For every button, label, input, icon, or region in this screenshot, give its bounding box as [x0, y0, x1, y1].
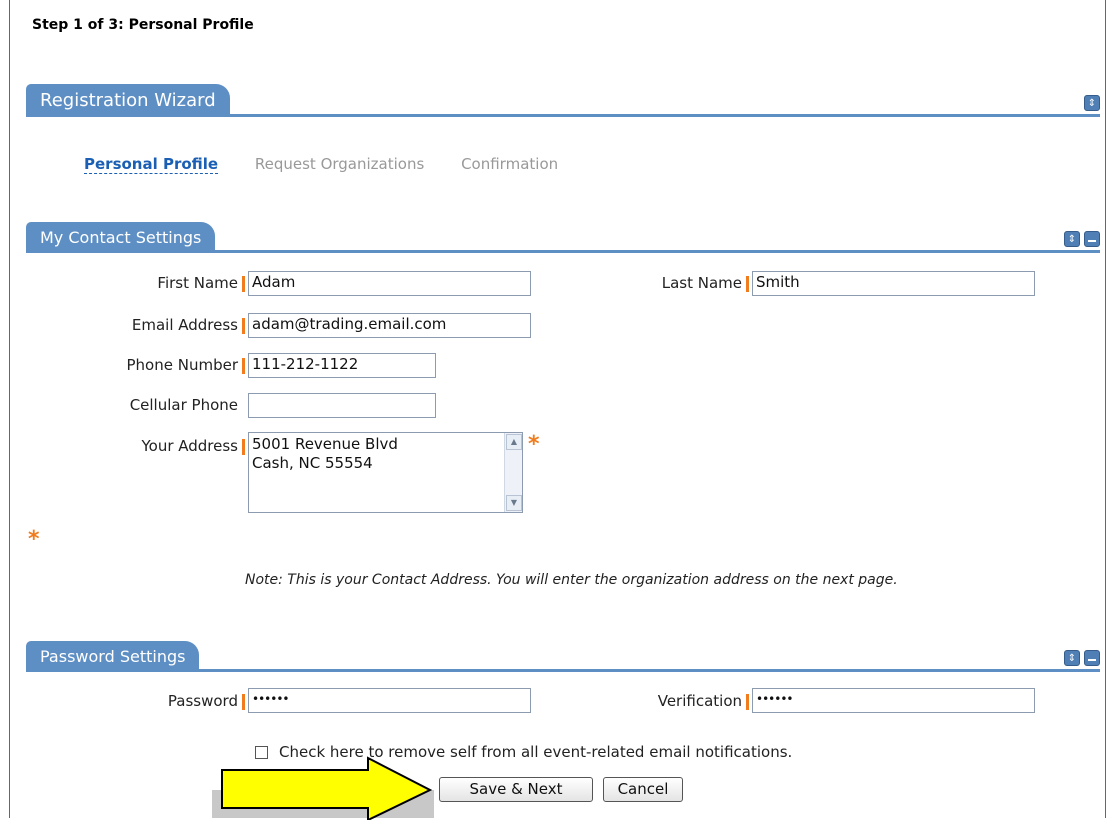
registration-wizard-tab: Registration Wizard — [26, 84, 230, 117]
required-marker — [746, 276, 749, 292]
expand-collapse-icon[interactable]: ⇕ — [1064, 650, 1080, 666]
required-asterisk-legend: * — [28, 527, 40, 552]
address-scrollbar[interactable]: ▲ ▼ — [504, 433, 522, 512]
first-name-field[interactable]: Adam — [248, 271, 531, 296]
required-marker — [242, 318, 245, 334]
minimize-icon[interactable] — [1084, 231, 1100, 247]
cellular-phone-label: Cellular Phone — [129, 396, 238, 414]
required-marker — [746, 694, 749, 710]
pointer-arrow-icon — [221, 756, 432, 820]
address-textarea[interactable]: 5001 Revenue Blvd Cash, NC 55554 — [248, 432, 523, 513]
step-confirmation: Confirmation — [461, 155, 559, 173]
password-settings-section: Password Settings ⇕ — [26, 637, 1100, 672]
page-container: Step 1 of 3: Personal Profile Registrati… — [9, 0, 1106, 818]
verification-field[interactable]: •••••• — [752, 688, 1035, 713]
phone-label: Phone Number — [126, 356, 239, 374]
expand-collapse-icon[interactable]: ⇕ — [1084, 95, 1100, 111]
phone-field[interactable]: 111-212-1122 — [248, 353, 436, 378]
required-marker — [242, 276, 245, 292]
address-textarea-wrapper: 5001 Revenue Blvd Cash, NC 55554 ▲ ▼ — [248, 432, 523, 513]
verification-label: Verification — [657, 692, 742, 710]
save-next-button[interactable]: Save & Next — [439, 777, 593, 802]
required-marker — [242, 358, 245, 374]
cancel-button[interactable]: Cancel — [603, 777, 683, 802]
required-asterisk: * — [528, 432, 540, 457]
password-label: Password — [167, 692, 238, 710]
wizard-steps: Personal Profile Request Organizations C… — [84, 155, 590, 174]
required-marker — [242, 439, 245, 455]
last-name-field[interactable]: Smith — [752, 271, 1035, 296]
password-settings-tab: Password Settings — [26, 641, 200, 672]
page-title: Step 1 of 3: Personal Profile — [32, 17, 254, 33]
cellular-phone-field[interactable] — [248, 393, 436, 418]
password-field[interactable]: •••••• — [248, 688, 531, 713]
expand-collapse-icon[interactable]: ⇕ — [1064, 231, 1080, 247]
scroll-down-icon[interactable]: ▼ — [506, 495, 522, 511]
registration-wizard-header: Registration Wizard ⇕ — [26, 82, 1100, 117]
contact-address-note: Note: This is your Contact Address. You … — [245, 572, 898, 588]
registration-wizard-section: Registration Wizard ⇕ — [26, 82, 1100, 117]
contact-settings-section: My Contact Settings ⇕ — [26, 218, 1100, 253]
step-request-organizations: Request Organizations — [254, 155, 425, 173]
contact-settings-tab: My Contact Settings — [26, 222, 216, 253]
last-name-label: Last Name — [661, 274, 742, 292]
first-name-label: First Name — [157, 274, 238, 292]
scroll-up-icon[interactable]: ▲ — [506, 434, 522, 450]
password-settings-header: Password Settings ⇕ — [26, 637, 1100, 672]
address-label: Your Address — [141, 437, 238, 455]
contact-settings-header: My Contact Settings ⇕ — [26, 218, 1100, 253]
email-label: Email Address — [131, 316, 238, 334]
step-personal-profile[interactable]: Personal Profile — [84, 155, 219, 174]
minimize-icon[interactable] — [1084, 650, 1100, 666]
email-field[interactable]: adam@trading.email.com — [248, 313, 531, 338]
required-marker — [242, 694, 245, 710]
